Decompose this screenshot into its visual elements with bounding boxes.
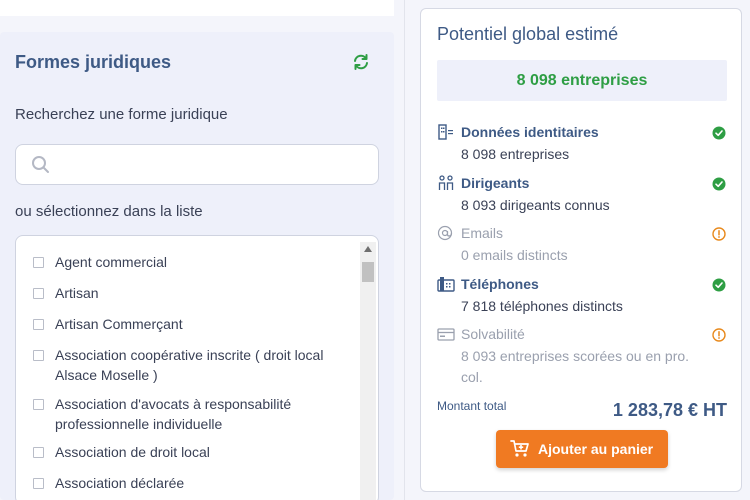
people-icon [438, 175, 454, 190]
identity-data-title: Données identitaires [461, 124, 599, 140]
add-cart-icon [510, 440, 529, 457]
executives-detail: 8 093 dirigeants connus [461, 197, 610, 213]
scrollbar[interactable] [360, 242, 376, 500]
refresh-icon[interactable] [351, 52, 371, 72]
list-item-label: Artisan Commerçant [55, 316, 183, 332]
checkbox[interactable] [33, 478, 44, 489]
scrollbar-thumb[interactable] [362, 262, 374, 282]
total-label: Montant total [437, 399, 507, 413]
checkbox[interactable] [33, 257, 44, 268]
solvency-title: Solvabilité [461, 326, 525, 342]
check-circle-icon [712, 177, 726, 191]
emails-title: Emails [461, 225, 504, 241]
check-circle-icon [712, 278, 726, 292]
checkbox[interactable] [33, 319, 44, 330]
company-count-box: 8 098 entreprises [437, 60, 727, 101]
card-icon [437, 328, 455, 341]
list-label: ou sélectionnez dans la liste [15, 203, 203, 220]
checkbox[interactable] [33, 399, 44, 410]
total-value: 1 283,78 € HT [612, 400, 727, 420]
search-icon [32, 156, 49, 173]
check-circle-icon [712, 126, 726, 140]
checkbox[interactable] [33, 288, 44, 299]
search-field[interactable] [15, 144, 379, 185]
checkbox[interactable] [33, 447, 44, 458]
emails-detail: 0 emails distincts [461, 247, 568, 263]
legal-forms-title: Formes juridiques [15, 52, 172, 72]
search-input[interactable] [60, 153, 360, 177]
list-item-label: Association coopérative inscrite ( droit… [55, 347, 324, 383]
list-item-label: Association de droit local [55, 444, 210, 460]
summary-card: Potentiel global estimé 8 098 entreprise… [420, 8, 742, 492]
at-icon [437, 225, 453, 241]
company-count: 8 098 entreprises [516, 72, 648, 89]
executives-title: Dirigeants [461, 175, 530, 191]
identity-data-detail: 8 098 entreprises [461, 146, 570, 162]
phones-title: Téléphones [461, 276, 539, 292]
phone-icon [437, 277, 455, 292]
scroll-up-arrow-icon[interactable] [364, 246, 372, 252]
legal-forms-list: Agent commercial Artisan Artisan Commerç… [15, 235, 379, 500]
legal-forms-panel: Formes juridiques Recherchez une forme j… [0, 32, 394, 500]
list-item-label: Artisan [55, 285, 99, 301]
phones-detail: 7 818 téléphones distincts [461, 298, 623, 314]
add-to-cart-button[interactable]: Ajouter au panier [496, 430, 668, 468]
divider [404, 0, 405, 500]
checkbox[interactable] [33, 350, 44, 361]
list-item-label: Association d'avocats à responsabilité p… [55, 396, 292, 432]
add-to-cart-label: Ajouter au panier [538, 441, 654, 457]
summary-title: Potentiel global estimé [437, 24, 619, 44]
warning-circle-icon [712, 328, 726, 342]
list-item-label: Association déclarée [55, 475, 185, 491]
list-item-label: Agent commercial [55, 254, 168, 270]
top-strip [0, 0, 394, 16]
solvency-detail: 8 093 entreprises scorées ou en pro. col… [461, 348, 690, 385]
warning-circle-icon [712, 227, 726, 241]
search-label: Recherchez une forme juridique [15, 106, 228, 123]
building-icon [438, 124, 453, 140]
